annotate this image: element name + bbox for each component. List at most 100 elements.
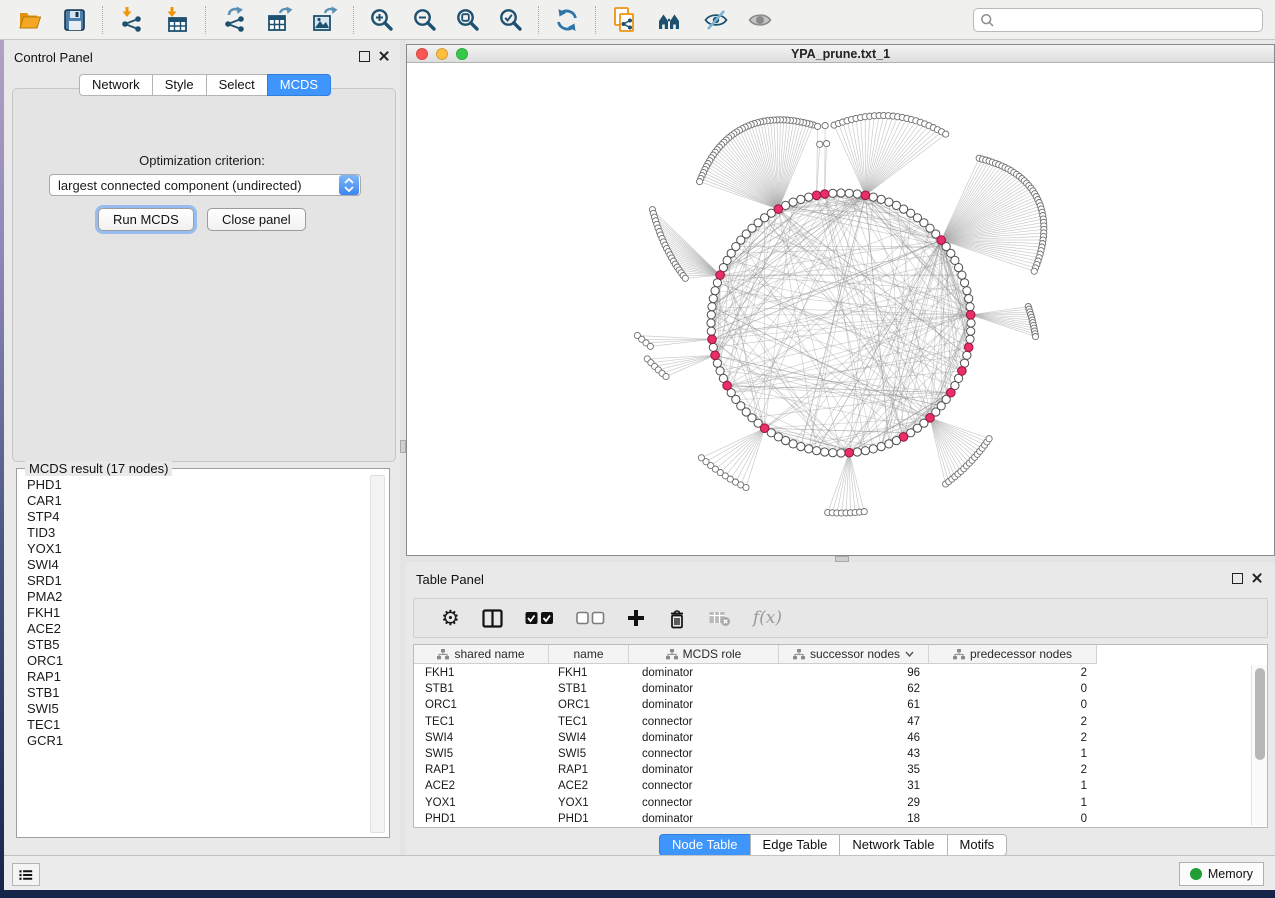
float-table-panel-button[interactable] [1232, 573, 1243, 584]
export-table-button[interactable] [264, 4, 295, 36]
optimization-select-value: largest connected component (undirected) [50, 178, 339, 193]
clone-network-button[interactable] [609, 4, 641, 36]
mcds-result-item[interactable]: SRD1 [19, 573, 371, 589]
tab-select[interactable]: Select [206, 74, 268, 96]
export-image-button[interactable] [309, 4, 340, 36]
mcds-result-item[interactable]: GCR1 [19, 733, 371, 749]
unselect-all-columns-button[interactable] [574, 603, 607, 633]
mcds-result-item[interactable]: PHD1 [19, 477, 371, 493]
show-all-button[interactable] [745, 4, 775, 36]
table-row[interactable]: ACE2ACE2connector311 [414, 778, 1250, 794]
column-header-successor-nodes[interactable]: successor nodes [779, 645, 929, 664]
table-row[interactable]: SWI5SWI5connector431 [414, 746, 1250, 762]
add-column-button[interactable] [625, 603, 647, 633]
optimization-criterion-label: Optimization criterion: [4, 153, 400, 168]
column-label: predecessor nodes [970, 647, 1072, 661]
refresh-button[interactable] [552, 4, 582, 36]
column-header-MCDS-role[interactable]: MCDS role [629, 645, 779, 664]
panel-menu-button[interactable] [12, 863, 40, 886]
zoom-out-icon [412, 7, 437, 32]
mcds-result-item[interactable]: STP4 [19, 509, 371, 525]
table-cell: STB1 [414, 681, 549, 697]
network-graph [407, 63, 1274, 555]
table-cell: 31 [779, 778, 929, 794]
table-cell: YOX1 [549, 795, 629, 811]
tab-mcds[interactable]: MCDS [267, 74, 331, 96]
table-cell: PHD1 [549, 811, 629, 827]
import-table-button[interactable] [161, 4, 192, 36]
first-neighbors-button[interactable] [655, 4, 687, 36]
network-window-titlebar[interactable]: YPA_prune.txt_1 [407, 45, 1274, 63]
open-file-button[interactable] [15, 4, 45, 36]
table-row[interactable]: TEC1TEC1connector472 [414, 714, 1250, 730]
close-table-panel-button[interactable] [1251, 572, 1263, 584]
table-panel: Table Panel ⚙ [406, 562, 1275, 855]
tab-edge-table[interactable]: Edge Table [750, 834, 841, 856]
mcds-result-item[interactable]: TEC1 [19, 717, 371, 733]
table-row[interactable]: PHD1PHD1dominator180 [414, 811, 1250, 827]
mcds-result-item[interactable]: CAR1 [19, 493, 371, 509]
search-input[interactable] [999, 12, 1256, 28]
table-cell: YOX1 [414, 795, 549, 811]
import-network-button[interactable] [116, 4, 147, 36]
mcds-result-item[interactable]: STB5 [19, 637, 371, 653]
tab-network-table[interactable]: Network Table [839, 834, 947, 856]
zoom-in-icon [369, 7, 394, 32]
tab-node-table[interactable]: Node Table [659, 834, 751, 856]
close-panel-button[interactable] [378, 50, 390, 62]
table-row[interactable]: STB1STB1dominator620 [414, 681, 1250, 697]
float-panel-button[interactable] [359, 51, 370, 62]
table-row[interactable]: YOX1YOX1connector291 [414, 795, 1250, 811]
memory-button[interactable]: Memory [1179, 862, 1264, 886]
attribute-icon [666, 649, 678, 660]
tab-style[interactable]: Style [152, 74, 207, 96]
mcds-result-item[interactable]: TID3 [19, 525, 371, 541]
run-mcds-button[interactable]: Run MCDS [98, 208, 194, 231]
table-row[interactable]: FKH1FKH1dominator962 [414, 665, 1250, 681]
mcds-result-item[interactable]: FKH1 [19, 605, 371, 621]
zoom-in-button[interactable] [367, 4, 396, 36]
tab-motifs[interactable]: Motifs [947, 834, 1008, 856]
table-row[interactable]: SWI4SWI4dominator462 [414, 730, 1250, 746]
delete-table-icon [709, 610, 731, 627]
table-cell: 61 [779, 697, 929, 713]
column-header-name[interactable]: name [549, 645, 629, 664]
column-layout-button[interactable] [480, 603, 505, 633]
table-row[interactable]: ORC1ORC1dominator610 [414, 697, 1250, 713]
save-session-button[interactable] [59, 4, 89, 36]
table-settings-button[interactable]: ⚙ [439, 603, 462, 633]
tab-network[interactable]: Network [79, 74, 153, 96]
table-cell: connector [629, 746, 779, 762]
column-header-predecessor-nodes[interactable]: predecessor nodes [929, 645, 1097, 664]
table-row[interactable]: RAP1RAP1dominator352 [414, 762, 1250, 778]
optimization-select[interactable]: largest connected component (undirected) [49, 174, 361, 196]
zoom-selected-button[interactable] [496, 4, 525, 36]
scrollbar-thumb[interactable] [1255, 668, 1265, 760]
mcds-result-item[interactable]: ACE2 [19, 621, 371, 637]
export-network-button[interactable] [219, 4, 250, 36]
mcds-result-item[interactable]: SWI5 [19, 701, 371, 717]
mcds-result-item[interactable]: YOX1 [19, 541, 371, 557]
mcds-result-item[interactable]: SWI4 [19, 557, 371, 573]
list-icon [19, 868, 33, 882]
mcds-result-scrollbar[interactable] [370, 475, 385, 833]
mcds-result-item[interactable]: PMA2 [19, 589, 371, 605]
table-cell: 1 [929, 795, 1097, 811]
zoom-fit-button[interactable] [453, 4, 482, 36]
node-table: shared namenameMCDS rolesuccessor nodes p… [413, 644, 1268, 828]
hide-selected-button[interactable] [701, 4, 731, 36]
table-scrollbar[interactable] [1251, 665, 1267, 826]
mcds-result-item[interactable]: STB1 [19, 685, 371, 701]
close-panel-action-button[interactable]: Close panel [207, 208, 306, 231]
network-canvas[interactable] [407, 63, 1274, 555]
column-header-shared-name[interactable]: shared name [414, 645, 549, 664]
table-cell: SWI5 [549, 746, 629, 762]
mcds-result-item[interactable]: ORC1 [19, 653, 371, 669]
select-all-columns-button[interactable] [523, 603, 556, 633]
table-cell: SWI4 [414, 730, 549, 746]
application-window: Control Panel NetworkStyleSelectMCDS Opt… [0, 0, 1275, 898]
mcds-result-item[interactable]: RAP1 [19, 669, 371, 685]
table-cell: TEC1 [414, 714, 549, 730]
delete-column-button[interactable] [665, 603, 689, 633]
zoom-out-button[interactable] [410, 4, 439, 36]
